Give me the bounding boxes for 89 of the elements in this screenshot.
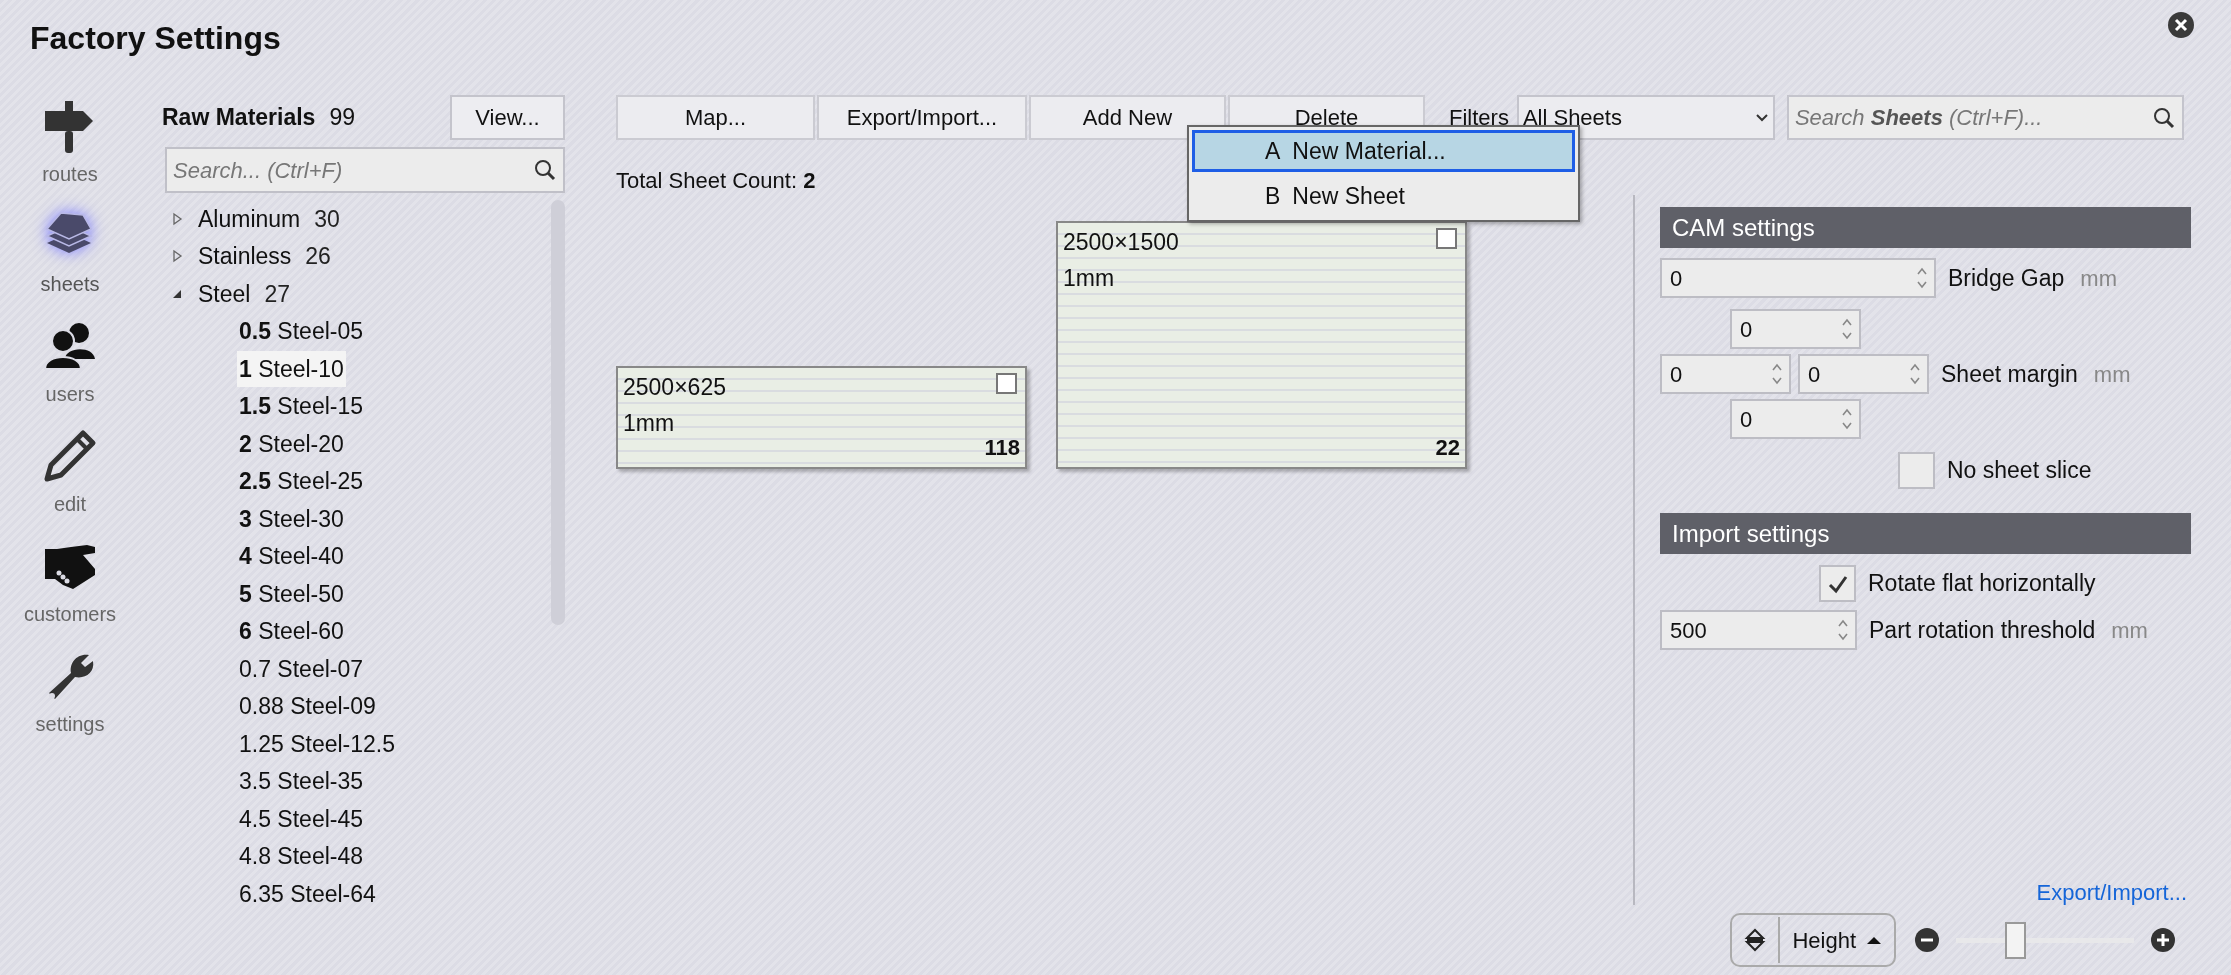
sheet-size: 2500×1500 <box>1063 228 1179 257</box>
checkbox[interactable] <box>1898 452 1935 489</box>
spinner-icon[interactable] <box>1771 361 1783 387</box>
item-count: 99 <box>329 103 355 133</box>
sheet-quantity: 118 <box>984 434 1020 462</box>
tree-item[interactable]: 5 Steel-50 <box>237 575 346 612</box>
toolbar-button[interactable]: Add New <box>1029 95 1226 140</box>
field-label: Part rotation threshold <box>1869 615 2096 645</box>
menu-item[interactable]: A New Material... <box>1192 130 1575 172</box>
sheet-count-text: Total Sheet Count: 2 <box>616 167 817 194</box>
tree-item[interactable]: 2.5 Steel-25 <box>237 463 366 500</box>
filter-dropdown[interactable]: All Sheets <box>1516 95 1775 140</box>
toolbar-button[interactable]: Map... <box>616 95 815 140</box>
tree-item[interactable]: 6.35 Steel-64 <box>237 875 378 912</box>
sheet-card[interactable]: 2500×625 1mm 118 <box>616 366 1027 469</box>
number-field[interactable]: 0 <box>1798 354 1929 394</box>
number-field[interactable]: 500 <box>1660 610 1857 650</box>
spinner-icon[interactable] <box>1841 316 1853 342</box>
nav-label[interactable]: customers <box>23 599 117 629</box>
section-header: CAM settings <box>1660 207 2191 248</box>
tree-item[interactable]: 4 Steel-40 <box>237 538 346 575</box>
tree-item[interactable]: 6 Steel-60 <box>237 613 346 650</box>
tree-item[interactable]: 4.5 Steel-45 <box>237 800 366 837</box>
spinner-icon[interactable] <box>1916 265 1928 291</box>
number-field[interactable]: 0 <box>1660 354 1791 394</box>
search-icon[interactable] <box>2151 105 2176 130</box>
close-icon[interactable] <box>2167 11 2195 39</box>
spinner-icon[interactable] <box>1837 617 1849 643</box>
nav-label[interactable]: settings <box>35 709 105 739</box>
tree-item[interactable]: 3.5 Steel-35 <box>237 763 366 800</box>
number-field[interactable]: 0 <box>1730 309 1861 349</box>
tree-item[interactable]: 2 Steel-20 <box>237 425 346 462</box>
filters-label: Filters <box>1449 104 1509 132</box>
unit-label: mm <box>2080 264 2117 293</box>
checkbox-label: Rotate flat horizontally <box>1868 569 2096 599</box>
checkbox[interactable] <box>1436 228 1457 249</box>
item-count: 26 <box>305 242 331 271</box>
nav-label[interactable]: sheets <box>40 269 100 299</box>
zoom-in-icon[interactable] <box>2150 927 2176 953</box>
field-label: Sheet margin <box>1941 359 2078 389</box>
tree-item[interactable]: 0.5 Steel-05 <box>237 313 366 350</box>
tree-item[interactable]: 1.25 Steel-12.5 <box>237 725 397 762</box>
menu-item[interactable]: B New Sheet <box>1192 175 1575 217</box>
zoom-out-icon[interactable] <box>1914 927 1940 953</box>
sort-dropdown[interactable]: Height <box>1730 913 1896 967</box>
nav-label[interactable]: users <box>45 379 95 409</box>
checkbox[interactable] <box>1819 565 1856 602</box>
tree-item[interactable]: 3 Steel-30 <box>237 500 346 537</box>
view-button[interactable]: View... <box>450 95 565 140</box>
number-field[interactable]: 0 <box>1730 399 1861 439</box>
tree-item[interactable]: 4.8 Steel-48 <box>237 838 366 875</box>
tree-node[interactable]: Stainless <box>198 239 292 274</box>
sort-icon[interactable] <box>1744 927 1767 953</box>
tree-item[interactable]: 0.88 Steel-09 <box>237 688 378 725</box>
slider-thumb[interactable] <box>2004 921 2026 959</box>
sheet-quantity: 22 <box>1435 434 1460 462</box>
tree-node[interactable]: Steel <box>198 276 251 311</box>
search-field[interactable]: Search Sheets (Ctrl+F)... <box>1786 95 2184 140</box>
number-field[interactable]: 0 <box>1660 258 1936 298</box>
section-header: Import settings <box>1660 513 2191 554</box>
field-label: Bridge Gap <box>1948 263 2065 293</box>
panel-title: Raw Materials <box>162 103 316 133</box>
toolbar-button[interactable]: Export/Import... <box>817 95 1027 140</box>
nav-label[interactable]: routes <box>42 159 98 189</box>
sheet-size: 2500×625 <box>623 373 726 402</box>
tree-item[interactable]: 1 Steel-10 <box>237 350 346 387</box>
caret-up-icon <box>1866 935 1882 945</box>
unit-label: mm <box>2093 360 2131 389</box>
search-icon[interactable] <box>533 158 557 182</box>
window-title: Factory Settings <box>30 19 281 58</box>
item-count: 27 <box>264 279 291 309</box>
slider-track[interactable] <box>1956 921 2134 959</box>
export-import-link[interactable]: Export/Import... <box>2036 876 2187 909</box>
sheet-thickness: 1mm <box>623 409 675 438</box>
nav-label[interactable]: edit <box>53 489 87 519</box>
checkbox-label: No sheet slice <box>1947 456 2092 486</box>
sheet-card[interactable]: 2500×1500 1mm 22 <box>1056 221 1467 469</box>
pencil-icon[interactable] <box>43 429 97 483</box>
sheet-thickness: 1mm <box>1063 264 1115 293</box>
search-field[interactable]: Search... (Ctrl+F) <box>165 147 565 193</box>
unit-label: mm <box>2111 616 2148 645</box>
item-count: 30 <box>314 204 340 234</box>
spinner-icon[interactable] <box>1909 361 1921 387</box>
checkbox[interactable] <box>996 373 1017 394</box>
tree-item[interactable]: 1.5 Steel-15 <box>237 388 366 425</box>
tree-item[interactable]: 0.7 Steel-07 <box>237 650 366 687</box>
spinner-icon[interactable] <box>1841 406 1853 432</box>
tree-node[interactable]: Aluminum <box>198 201 301 236</box>
chevron-down-icon[interactable] <box>1754 112 1769 123</box>
